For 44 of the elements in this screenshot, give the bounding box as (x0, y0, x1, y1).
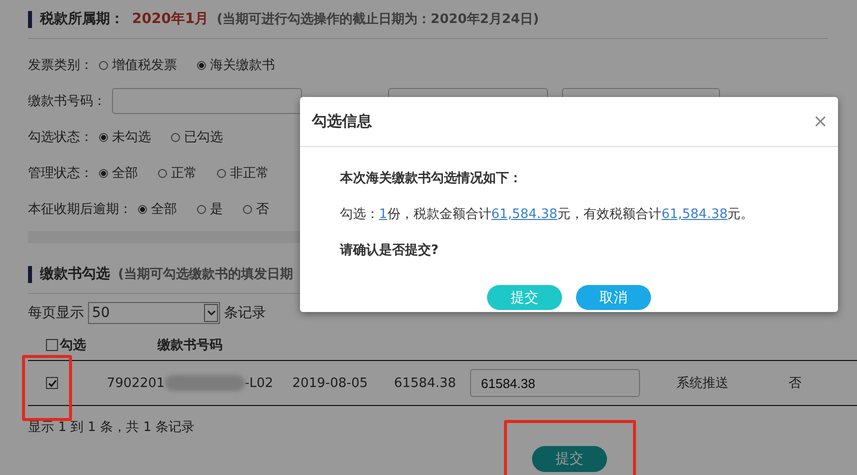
table-cell-text: 否 (788, 375, 802, 392)
period-value: 2020年1月 (132, 10, 209, 28)
radio-label: 全部 (112, 165, 138, 182)
filter-label: 缴款书号码： (28, 93, 106, 110)
filter-label: 管理状态： (28, 165, 93, 182)
amount-link[interactable]: 1 (379, 207, 388, 222)
cancel-button[interactable]: 取消 (576, 285, 651, 310)
filter-label: 本征收期后逾期： (28, 201, 132, 218)
radio-label: 海关缴款书 (210, 57, 275, 74)
dialog-heading: 本次海关缴款书勾选情况如下： (340, 170, 523, 187)
confirm-question: 请确认是否提交? (340, 242, 440, 259)
radio-label: 非正常 (230, 165, 269, 182)
dialog-title: 勾选信息 (312, 112, 372, 131)
page-size-suffix: 条记录 (224, 304, 266, 322)
amount-link[interactable]: 61,584.38 (661, 207, 728, 222)
submit-button[interactable]: 提交 (532, 446, 607, 472)
section-note: (当期可勾选缴款书的填发日期 (118, 266, 293, 283)
filter-label: 勾选状态： (28, 129, 93, 146)
radio-label: 否 (256, 201, 269, 218)
period-label: 税款所属期： (40, 10, 124, 28)
deadline-note: (当期可进行勾选操作的截止日期为：2020年2月24日) (216, 11, 539, 28)
page-size-select[interactable]: 50 (88, 302, 220, 324)
radio-label: 增值税发票 (112, 57, 177, 74)
radio-label: 已勾选 (184, 129, 223, 146)
radio-label: 是 (210, 201, 223, 218)
confirm-button[interactable]: 提交 (487, 285, 562, 310)
section-title: 缴款书勾选 (40, 265, 110, 283)
table-cell: 7902201 (106, 376, 165, 390)
table-cell-text: 2019-08-05 (291, 376, 369, 390)
column-header: 勾选 (60, 337, 86, 354)
table-cell-text: 61584.38 (392, 376, 458, 390)
column-header: 缴款书号码 (158, 337, 222, 354)
radio-label: 未勾选 (112, 129, 151, 146)
close-button[interactable]: × (812, 111, 828, 132)
amount-link[interactable]: 61,584.38 (491, 207, 558, 222)
filter-label: 发票类别： (28, 57, 93, 74)
radio-label: 正常 (171, 165, 197, 182)
page-size-label: 每页显示 (28, 304, 84, 322)
radio-label: 全部 (151, 201, 177, 218)
record-count: 显示 1 到 1 条，共 1 条记录 (28, 419, 196, 436)
summary-text: 勾选：1份，税款金额合计61,584.38元，有效税额合计61,584.38元。 (340, 206, 755, 223)
input-field[interactable]: 61584.38 (470, 369, 640, 397)
table-cell-text: 系统推送 (676, 375, 730, 392)
table-cell: -L02 (244, 376, 274, 390)
